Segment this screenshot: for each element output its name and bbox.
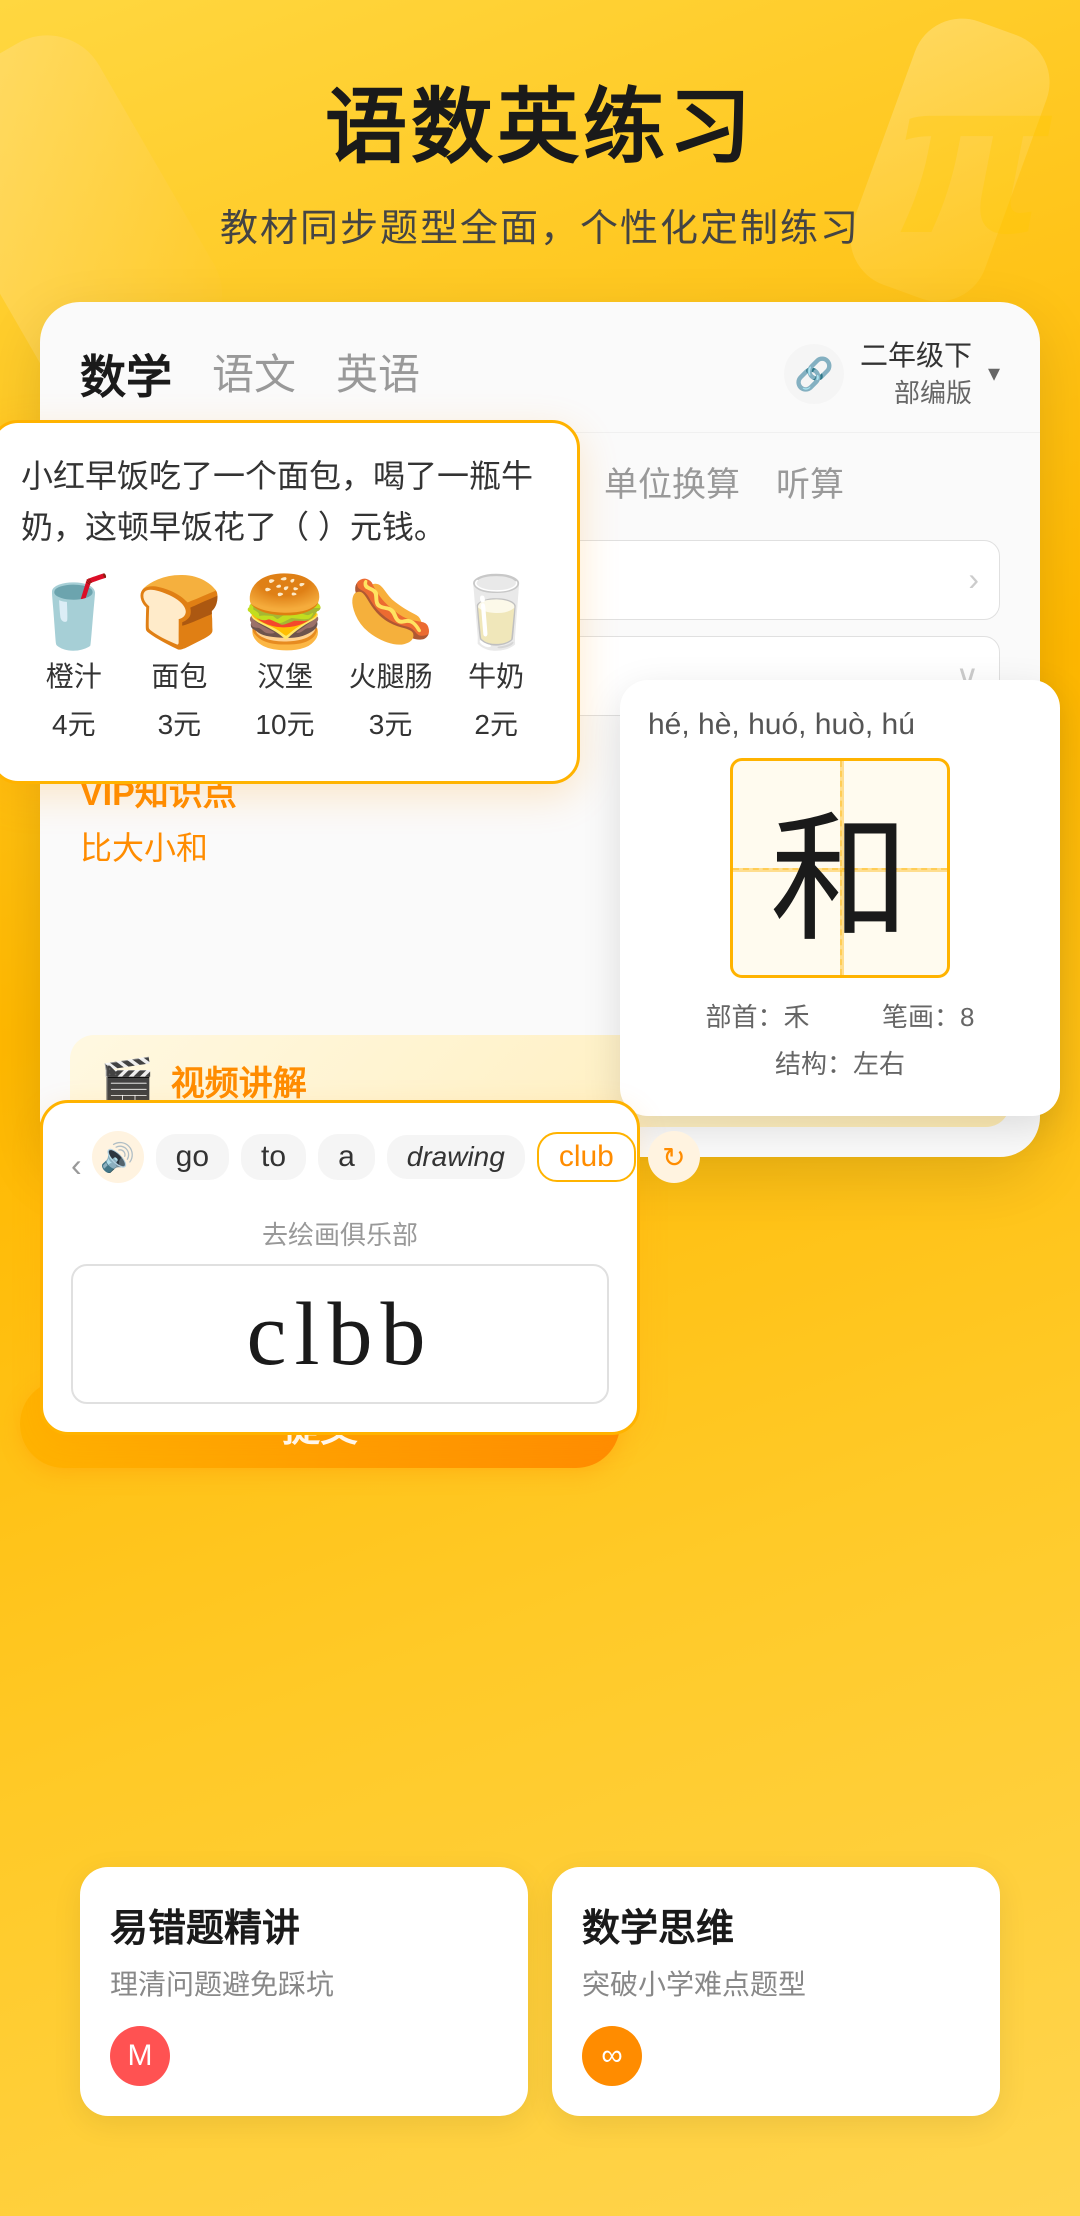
dropdown-arrow-icon: ▾: [988, 359, 1000, 388]
milk-emoji: 🥛: [453, 577, 540, 647]
edition-label: 部编版: [860, 375, 972, 411]
answer-input-display[interactable]: clbb: [71, 1264, 609, 1404]
word-translation: 去绘画俱乐部: [262, 1220, 418, 1250]
milk-name: 牛奶: [468, 655, 524, 695]
strokes-label: 笔画：: [882, 1002, 960, 1032]
arrow-icon: ›: [968, 561, 979, 598]
feature-card-math-thinking[interactable]: 数学思维 突破小学难点题型 ∞: [552, 1867, 1000, 2116]
video-label: 视频讲解: [171, 1056, 307, 1105]
badge-icon-1: M: [128, 2039, 153, 2073]
badge-icon-2: ∞: [601, 2039, 622, 2073]
feature-badge-1: M: [110, 2026, 170, 2086]
sub-tab-unit[interactable]: 单位换算: [604, 457, 740, 516]
food-item-bread: 🍞 面包 3元: [136, 577, 223, 743]
character-info: 部首：禾 笔画：8 结构：左右: [648, 994, 1032, 1088]
tab-math[interactable]: 数学: [80, 341, 172, 407]
word-club: club: [537, 1132, 636, 1182]
math-word-problem-card: 小红早饭吃了一个面包，喝了一瓶牛奶，这顿早饭花了（ ）元钱。 🥤 橙汁 4元 🍞…: [0, 420, 580, 784]
feature-badge-2: ∞: [582, 2026, 642, 2086]
food-item-sausage: 🌭 火腿肠 3元: [347, 577, 434, 743]
word-a: a: [318, 1134, 375, 1180]
sausage-name: 火腿肠: [349, 655, 433, 695]
word-drawing: drawing: [387, 1135, 525, 1179]
tab-english[interactable]: 英语: [336, 341, 420, 407]
character-display: 和: [730, 758, 950, 978]
collapse-icon[interactable]: ‹: [71, 1147, 82, 1184]
grade-label: 二年级下: [860, 336, 972, 375]
food-item-burger: 🍔 汉堡 10元: [241, 577, 328, 743]
math-question: 小红早饭吃了一个面包，喝了一瓶牛奶，这顿早饭花了（ ）元钱。: [21, 451, 549, 553]
sausage-price: 3元: [369, 703, 413, 743]
feature-title-2: 数学思维: [582, 1897, 970, 1952]
feature-desc-1: 理清问题避免踩坑: [110, 1964, 498, 2006]
pinyin-options: hé, hè, huó, huò, hú: [648, 708, 1032, 742]
speaker-button[interactable]: 🔊: [92, 1131, 144, 1183]
english-exercise-card: ‹ 🔊 go to a drawing club ↻ 去绘画俱乐部 clbb: [40, 1100, 640, 1435]
radical-value: 禾: [784, 1002, 810, 1032]
sub-tab-listen[interactable]: 听算: [776, 457, 844, 516]
subject-tabs: 数学 语文 英语 🔗 二年级下 部编版 ▾: [40, 302, 1040, 433]
juice-price: 4元: [52, 703, 96, 743]
burger-price: 10元: [255, 703, 314, 743]
tab-chinese[interactable]: 语文: [212, 341, 296, 407]
chinese-character: 和: [770, 767, 910, 969]
radical-label: 部首：: [706, 1002, 784, 1032]
milk-price: 2元: [474, 703, 518, 743]
bread-price: 3元: [158, 703, 202, 743]
feature-desc-2: 突破小学难点题型: [582, 1964, 970, 2006]
juice-name: 橙汁: [46, 655, 102, 695]
burger-emoji: 🍔: [241, 577, 328, 647]
burger-name: 汉堡: [257, 655, 313, 695]
juice-emoji: 🥤: [30, 577, 117, 647]
bottom-feature-cards: 易错题精讲 理清问题避免踩坑 M 数学思维 突破小学难点题型 ∞: [40, 1837, 1040, 2176]
food-item-juice: 🥤 橙汁 4元: [30, 577, 117, 743]
word-to: to: [241, 1134, 306, 1180]
page-title: 语数英练习: [40, 60, 1040, 179]
strokes-value: 8: [960, 1002, 974, 1032]
word-chips-row: 🔊 go to a drawing club ↻: [92, 1131, 700, 1183]
structure-label: 结构：: [775, 1049, 853, 1079]
sausage-emoji: 🌭: [347, 577, 434, 647]
food-item-milk: 🥛 牛奶 2元: [453, 577, 540, 743]
bread-emoji: 🍞: [136, 577, 223, 647]
refresh-button[interactable]: ↻: [648, 1131, 700, 1183]
bread-name: 面包: [151, 655, 207, 695]
page-subtitle: 教材同步题型全面，个性化定制练习: [40, 197, 1040, 252]
chinese-character-card: hé, hè, huó, huò, hú 和 部首：禾 笔画：8 结构：左右: [620, 680, 1060, 1116]
food-items-list: 🥤 橙汁 4元 🍞 面包 3元 🍔 汉堡 10元 🌭 火腿肠 3元 🥛: [21, 577, 549, 743]
feature-title-1: 易错题精讲: [110, 1897, 498, 1952]
feature-card-wrong-questions[interactable]: 易错题精讲 理清问题避免踩坑 M: [80, 1867, 528, 2116]
word-go: go: [156, 1134, 229, 1180]
structure-value: 左右: [853, 1049, 905, 1079]
link-icon: 🔗: [784, 344, 844, 404]
grade-selector[interactable]: 🔗 二年级下 部编版 ▾: [784, 336, 1000, 412]
